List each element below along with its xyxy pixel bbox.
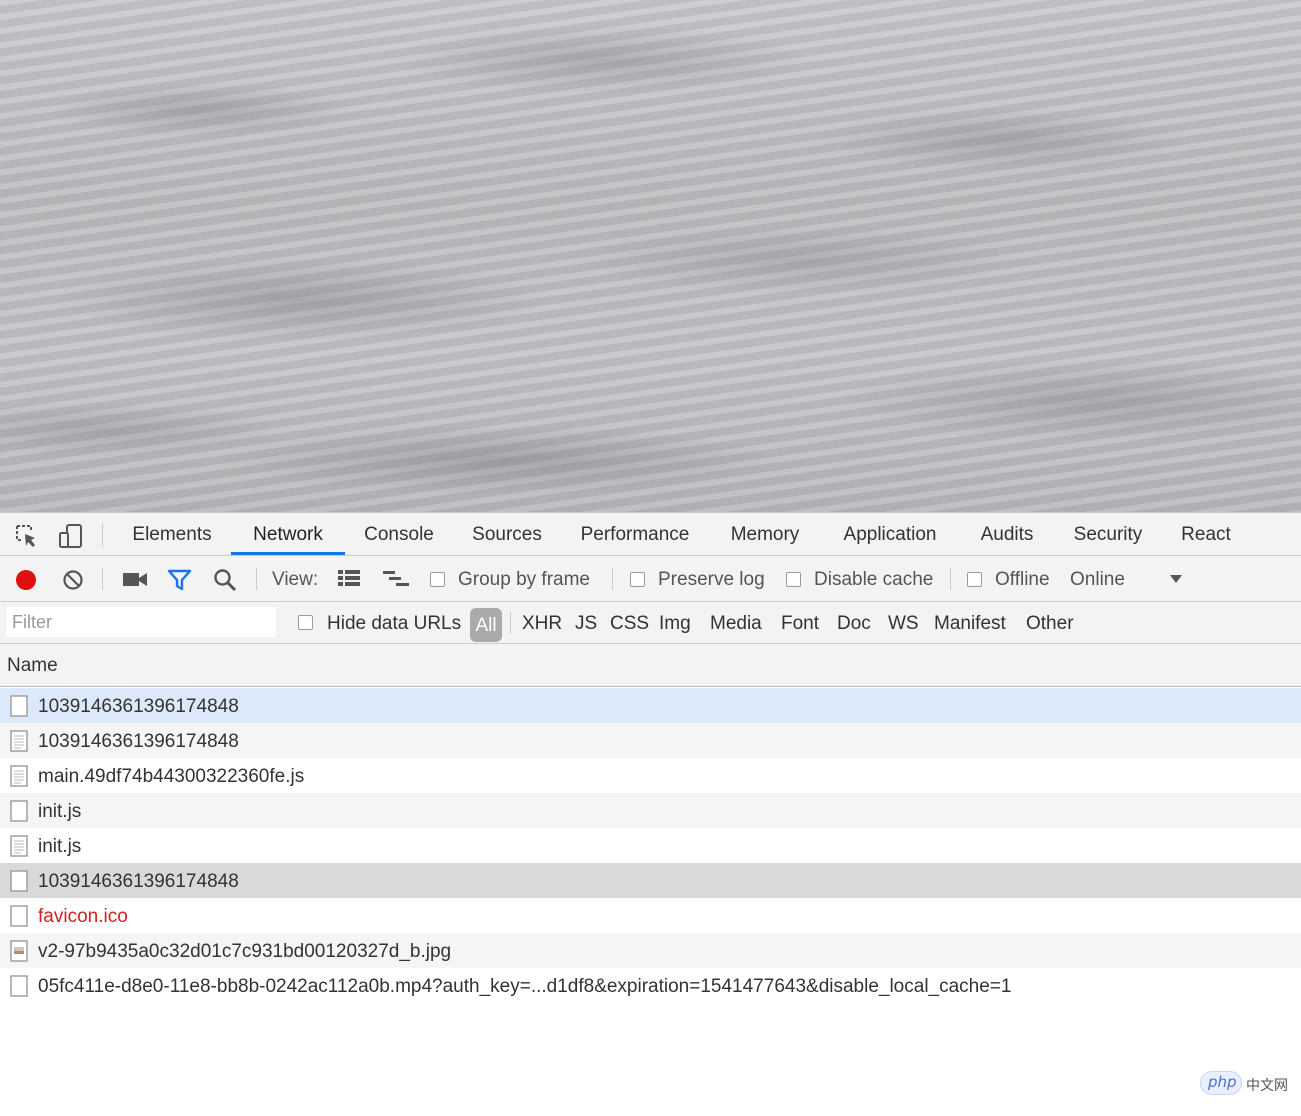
type-filter-ws[interactable]: WS bbox=[888, 602, 919, 644]
type-filter-css[interactable]: CSS bbox=[610, 602, 649, 644]
request-row[interactable]: init.js bbox=[0, 793, 1301, 828]
inspect-element-icon[interactable] bbox=[14, 523, 40, 549]
offline-label: Offline bbox=[995, 569, 1050, 590]
request-name: favicon.ico bbox=[38, 906, 128, 927]
preserve-log-label: Preserve log bbox=[658, 569, 765, 590]
divider bbox=[102, 568, 103, 590]
tab-react[interactable]: React bbox=[1168, 513, 1244, 555]
overview-waterfall-icon[interactable] bbox=[382, 570, 410, 588]
document-icon bbox=[10, 905, 28, 927]
type-filter-media[interactable]: Media bbox=[710, 602, 762, 644]
disable-cache-label: Disable cache bbox=[814, 569, 934, 590]
type-filter-xhr[interactable]: XHR bbox=[522, 602, 562, 644]
type-filter-all[interactable]: All bbox=[470, 608, 502, 642]
large-request-rows-icon[interactable] bbox=[337, 568, 361, 588]
request-row[interactable]: 1039146361396174848 bbox=[0, 863, 1301, 898]
type-filter-img[interactable]: Img bbox=[659, 602, 691, 644]
php-logo: php bbox=[1200, 1071, 1242, 1095]
filter-input[interactable] bbox=[6, 607, 276, 637]
filter-bar: Hide data URLs All XHR JS CSS Img Media … bbox=[0, 602, 1301, 644]
document-icon bbox=[10, 695, 28, 717]
script-icon bbox=[10, 765, 28, 787]
type-filter-js[interactable]: JS bbox=[575, 602, 597, 644]
throttling-select[interactable]: Online bbox=[1070, 556, 1125, 602]
hide-data-urls-label: Hide data URLs bbox=[327, 613, 462, 634]
request-name: init.js bbox=[38, 801, 82, 822]
tab-sources[interactable]: Sources bbox=[460, 513, 554, 555]
hide-data-urls-checkbox[interactable] bbox=[298, 615, 313, 630]
blurred-page-preview bbox=[0, 0, 1301, 512]
request-row[interactable]: favicon.ico bbox=[0, 898, 1301, 933]
request-name: main.49df74b44300322360fe.js bbox=[38, 766, 305, 787]
network-toolbar: View: Group by frame Preserve log Disabl… bbox=[0, 556, 1301, 602]
divider bbox=[612, 568, 613, 590]
search-icon[interactable] bbox=[213, 568, 237, 592]
request-row[interactable]: init.js bbox=[0, 828, 1301, 863]
clear-icon[interactable] bbox=[62, 569, 84, 591]
offline-checkbox[interactable] bbox=[967, 572, 982, 587]
type-filter-font[interactable]: Font bbox=[781, 602, 819, 644]
type-filter-doc[interactable]: Doc bbox=[837, 602, 871, 644]
tab-memory[interactable]: Memory bbox=[716, 513, 814, 555]
tab-network[interactable]: Network bbox=[231, 513, 345, 555]
request-row[interactable]: 1039146361396174848 bbox=[0, 723, 1301, 758]
script-icon bbox=[10, 730, 28, 752]
requests-table: 1039146361396174848 1039146361396174848 ma… bbox=[0, 688, 1301, 1003]
group-by-frame-label: Group by frame bbox=[458, 569, 590, 590]
document-icon bbox=[10, 975, 28, 997]
request-row[interactable]: v2-97b9435a0c32d01c7c931bd00120327d_b.jp… bbox=[0, 933, 1301, 968]
document-icon bbox=[10, 870, 28, 892]
type-filter-other[interactable]: Other bbox=[1026, 602, 1074, 644]
tab-security[interactable]: Security bbox=[1060, 513, 1156, 555]
image-icon bbox=[10, 940, 28, 962]
devtools-tab-bar: Elements Network Console Sources Perform… bbox=[0, 512, 1301, 556]
tab-audits[interactable]: Audits bbox=[966, 513, 1048, 555]
request-name: 1039146361396174848 bbox=[38, 696, 239, 717]
preserve-log-checkbox[interactable] bbox=[630, 572, 645, 587]
document-icon bbox=[10, 800, 28, 822]
divider bbox=[256, 568, 257, 590]
disable-cache-checkbox[interactable] bbox=[786, 572, 801, 587]
view-label: View: bbox=[272, 569, 319, 590]
request-row[interactable]: 1039146361396174848 bbox=[0, 688, 1301, 723]
divider bbox=[950, 568, 951, 590]
tab-application[interactable]: Application bbox=[828, 513, 952, 555]
group-by-frame-checkbox[interactable] bbox=[430, 572, 445, 587]
record-icon[interactable] bbox=[14, 568, 38, 592]
request-name: 1039146361396174848 bbox=[38, 731, 239, 752]
request-name: init.js bbox=[38, 836, 82, 857]
divider bbox=[510, 612, 511, 634]
requests-table-header[interactable]: Name bbox=[0, 644, 1301, 687]
tab-performance[interactable]: Performance bbox=[566, 513, 704, 555]
chevron-down-icon[interactable] bbox=[1169, 574, 1183, 584]
request-name: 05fc411e-d8e0-11e8-bb8b-0242ac112a0b.mp4… bbox=[38, 976, 1012, 997]
filter-funnel-icon[interactable] bbox=[167, 569, 192, 591]
request-name: 1039146361396174848 bbox=[38, 871, 239, 892]
watermark-text: 中文网 bbox=[1246, 1077, 1288, 1093]
tab-console[interactable]: Console bbox=[352, 513, 446, 555]
request-row[interactable]: main.49df74b44300322360fe.js bbox=[0, 758, 1301, 793]
divider bbox=[102, 523, 103, 547]
type-filter-manifest[interactable]: Manifest bbox=[934, 602, 1006, 644]
device-toolbar-icon[interactable] bbox=[58, 523, 84, 549]
request-row[interactable]: 05fc411e-d8e0-11e8-bb8b-0242ac112a0b.mp4… bbox=[0, 968, 1301, 1003]
script-icon bbox=[10, 835, 28, 857]
name-column-header[interactable]: Name bbox=[7, 644, 58, 688]
request-name: v2-97b9435a0c32d01c7c931bd00120327d_b.jp… bbox=[38, 941, 452, 962]
screenshot-camera-icon[interactable] bbox=[122, 571, 148, 588]
site-watermark: php 中文网 bbox=[1200, 1071, 1300, 1097]
tab-elements[interactable]: Elements bbox=[120, 513, 224, 555]
